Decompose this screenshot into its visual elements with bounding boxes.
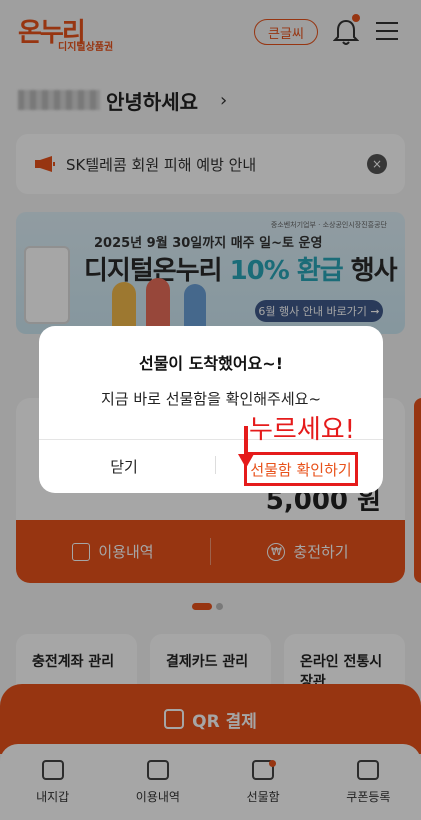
dialog-title: 선물이 도착했어요~! — [138, 354, 284, 373]
dialog-close-button[interactable]: 닫기 — [39, 440, 209, 493]
dialog-button-divider — [215, 456, 216, 474]
dialog-message: 지금 바로 선물함을 확인해주세요~ — [100, 390, 322, 408]
red-arrow-icon — [238, 426, 254, 468]
